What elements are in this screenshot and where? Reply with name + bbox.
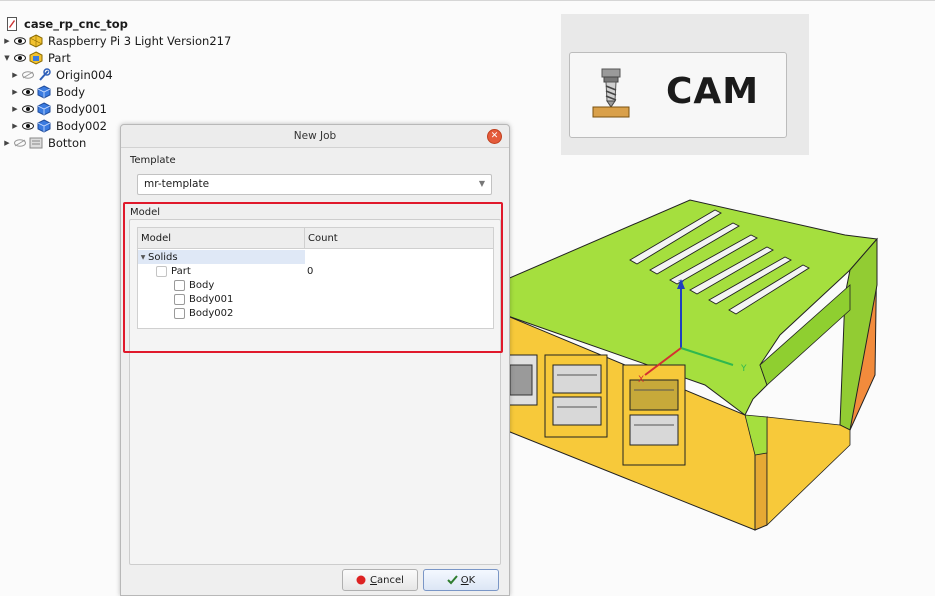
3d-viewport[interactable]: Z Y X — [505, 185, 935, 535]
tree-item-origin[interactable]: ▶ Origin004 — [10, 66, 113, 83]
body-icon — [36, 101, 52, 117]
eye-icon[interactable] — [12, 52, 28, 64]
eye-icon[interactable] — [12, 35, 28, 47]
cancel-button[interactable]: Cancel — [342, 569, 418, 591]
tree-item-raspberry[interactable]: ▶ Raspberry Pi 3 Light Version217 — [2, 32, 231, 49]
chevron-right-icon[interactable]: ▶ — [2, 37, 12, 45]
close-icon[interactable]: ✕ — [487, 129, 502, 144]
cam-workbench-panel: CAM — [561, 14, 809, 155]
eye-hidden-icon[interactable] — [12, 137, 28, 149]
body-icon — [36, 118, 52, 134]
tree-item-botton[interactable]: ▶ Botton — [2, 134, 86, 151]
tree-item-label: Part — [48, 50, 71, 65]
chevron-right-icon[interactable]: ▶ — [10, 88, 20, 96]
tree-item-label: Botton — [48, 135, 87, 150]
tree-item-part[interactable]: ▼ Part — [2, 49, 71, 66]
dialog-title: New Job — [121, 125, 509, 148]
template-value: mr-template — [144, 178, 210, 190]
chevron-right-icon[interactable]: ▶ — [10, 122, 20, 130]
eye-hidden-icon[interactable] — [20, 69, 36, 81]
eye-icon[interactable] — [20, 86, 36, 98]
tree-item-body002[interactable]: ▶ Body002 — [10, 117, 107, 134]
tree-root-label: case_rp_cnc_top — [24, 16, 128, 31]
z-axis-label: Z — [678, 280, 684, 290]
chevron-down-icon: ▼ — [478, 179, 485, 188]
new-job-dialog: New Job ✕ Template mr-template ▼ Model M… — [120, 124, 510, 596]
chevron-down-icon[interactable]: ▼ — [2, 54, 12, 62]
model-highlight-box — [123, 202, 503, 353]
tree-root[interactable]: case_rp_cnc_top — [4, 15, 128, 32]
part-feature-icon — [28, 33, 44, 49]
cam-workbench-button[interactable]: CAM — [569, 52, 787, 138]
chevron-right-icon[interactable]: ▶ — [10, 71, 20, 79]
tree-item-label: Origin004 — [56, 67, 113, 82]
y-axis-label: Y — [740, 364, 747, 374]
part-icon — [28, 50, 44, 66]
body-icon — [36, 84, 52, 100]
tree-item-label: Body — [56, 84, 86, 99]
tree-item-label: Raspberry Pi 3 Light Version217 — [48, 33, 232, 48]
tree-item-label: Body002 — [56, 118, 107, 133]
ok-button[interactable]: OK — [423, 569, 499, 591]
eye-icon[interactable] — [20, 103, 36, 115]
template-select[interactable]: mr-template ▼ — [137, 174, 492, 195]
x-axis-label: X — [638, 375, 644, 385]
tree-item-label: Body001 — [56, 101, 107, 116]
tree-item-body[interactable]: ▶ Body — [10, 83, 85, 100]
template-label: Template — [130, 155, 176, 166]
cam-tool-icon — [590, 67, 634, 121]
origin-icon — [36, 67, 52, 83]
chevron-right-icon[interactable]: ▶ — [2, 139, 12, 147]
cam-label: CAM — [666, 71, 760, 112]
tree-item-body001[interactable]: ▶ Body001 — [10, 100, 107, 117]
top-divider — [0, 0, 935, 1]
eye-icon[interactable] — [20, 120, 36, 132]
document-icon — [4, 16, 20, 32]
group-icon — [28, 135, 44, 151]
chevron-right-icon[interactable]: ▶ — [10, 105, 20, 113]
